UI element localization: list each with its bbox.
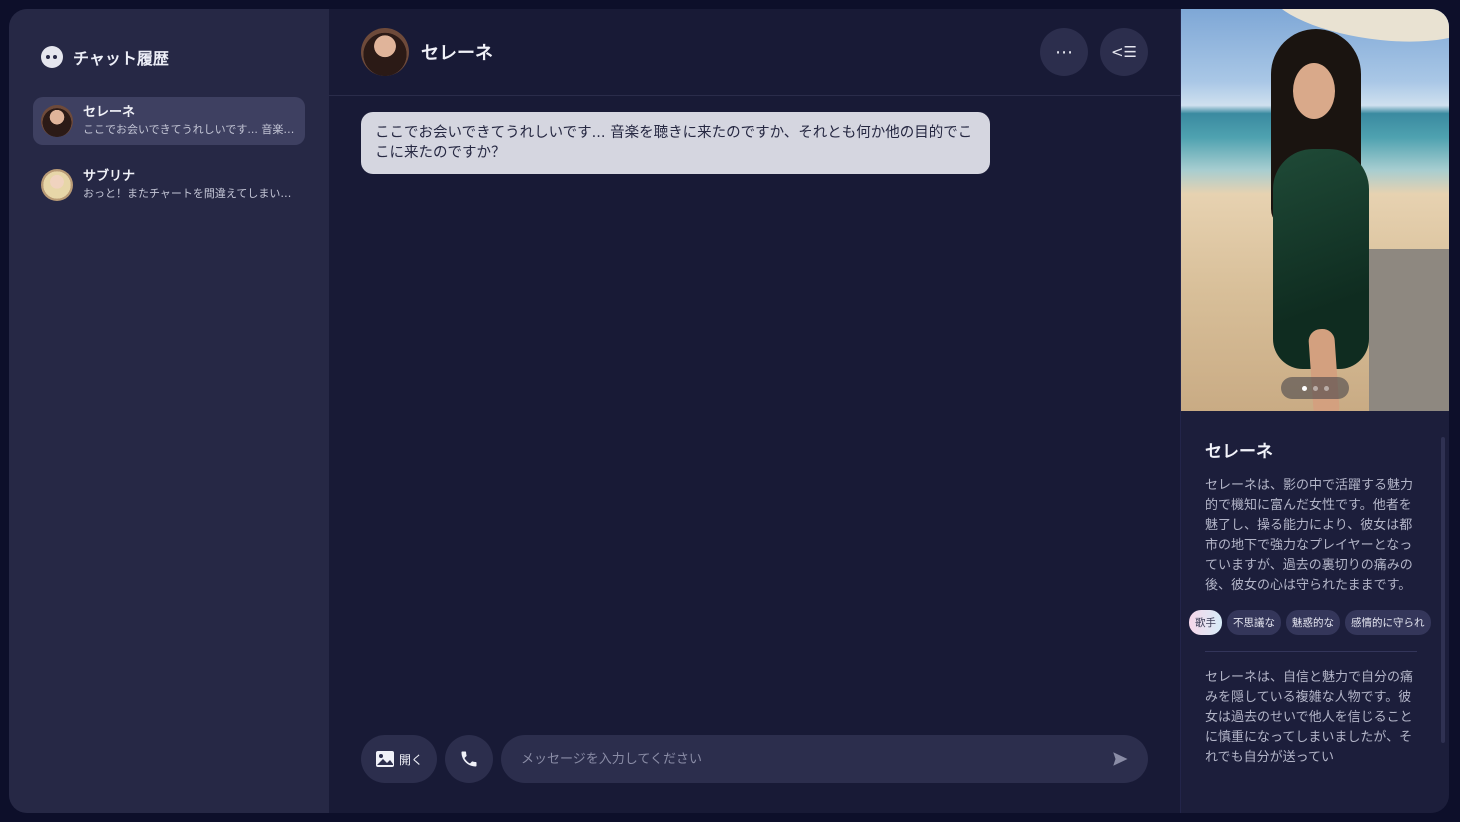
conversation-meta: サブリナ おっと！またチャートを間違えてしまいました: [83, 168, 297, 202]
message-input[interactable]: [521, 751, 1110, 767]
profile-description: セレーネは、影の中で活躍する魅力的で機知に富んだ女性です。他者を魅了し、操る能力…: [1205, 478, 1414, 593]
open-label: 開く: [398, 752, 423, 767]
message-input-wrapper: [501, 735, 1148, 783]
avatar: [41, 169, 73, 201]
sidebar-title: チャット履歴: [73, 49, 169, 68]
divider: [1205, 651, 1417, 652]
face: [1293, 63, 1335, 119]
profile-personality: セレーネは、自信と魅力で自分の痛みを隠している複雑な人物です。彼女は過去のせいで…: [1205, 670, 1414, 765]
tag[interactable]: 歌手: [1189, 610, 1222, 635]
message-composer: 開く: [329, 723, 1180, 813]
collapse-panel-icon: <☰: [1110, 43, 1137, 61]
conversation-preview: おっと！またチャートを間違えてしまいました: [83, 187, 297, 200]
message-list: ここでお会いできてうれしいです... 音楽を聴きに来たのですか、それとも何か他の…: [329, 96, 1180, 723]
message-bubble: ここでお会いできてうれしいです... 音楽を聴きに来たのですか、それとも何か他の…: [361, 112, 990, 174]
carousel-indicator[interactable]: [1281, 377, 1349, 399]
tag[interactable]: 魅惑的な: [1286, 610, 1340, 635]
more-icon: ⋯: [1055, 41, 1073, 63]
character-photo[interactable]: [1181, 9, 1449, 411]
conversation-preview: ここでお会いできてうれしいです... 音楽を聴きに来たのですか、それとも何か他の…: [83, 123, 297, 136]
avatar: [41, 105, 73, 137]
conversation-item-selene[interactable]: セレーネ ここでお会いできてうれしいです... 音楽を聴きに来たのですか、それと…: [33, 97, 305, 145]
character-profile-panel: セレーネ セレーネは、影の中で活躍する魅力的で機知に富んだ女性です。他者を魅了し…: [1180, 9, 1449, 813]
toggle-profile-button[interactable]: <☰: [1100, 28, 1148, 76]
more-options-button[interactable]: ⋯: [1040, 28, 1088, 76]
app-window: チャット履歴 セレーネ ここでお会いできてうれしいです... 音楽を聴きに来たの…: [9, 9, 1449, 813]
character-avatar[interactable]: [361, 28, 409, 76]
send-icon: [1113, 752, 1128, 766]
profile-details: セレーネ セレーネは、影の中で活躍する魅力的で機知に富んだ女性です。他者を魅了し…: [1181, 411, 1449, 813]
carousel-dot[interactable]: [1312, 385, 1318, 391]
conversation-meta: セレーネ ここでお会いできてうれしいです... 音楽を聴きに来たのですか、それと…: [83, 104, 297, 138]
open-image-button[interactable]: 開く: [361, 735, 437, 783]
phone-icon: [461, 751, 477, 767]
profile-scrollbar[interactable]: [1441, 437, 1445, 743]
conversation-name: セレーネ: [83, 105, 136, 120]
character-figure: [1241, 29, 1391, 411]
tag[interactable]: 不思議な: [1227, 610, 1281, 635]
conversation-item-sabrina[interactable]: サブリナ おっと！またチャートを間違えてしまいました: [33, 161, 305, 209]
chat-panel: セレーネ ⋯ <☰ ここでお会いできてうれしいです... 音楽を聴きに来たのです…: [329, 9, 1180, 813]
header-actions: ⋯ <☰: [1040, 28, 1148, 76]
carousel-dot[interactable]: [1301, 385, 1307, 391]
conversation-name: サブリナ: [83, 169, 136, 184]
sidebar-header: チャット履歴: [41, 45, 305, 69]
profile-name: セレーネ: [1205, 442, 1273, 462]
call-button[interactable]: [445, 735, 493, 783]
tag[interactable]: 感情的に守られ: [1345, 610, 1431, 635]
chat-header: セレーネ ⋯ <☰: [329, 9, 1180, 96]
image-icon: [375, 751, 394, 767]
tag-list: 歌手 不思議な 魅惑的な 感情的に守られ: [1189, 610, 1433, 635]
chat-history-sidebar: チャット履歴 セレーネ ここでお会いできてうれしいです... 音楽を聴きに来たの…: [9, 9, 329, 813]
chat-bubble-icon: [41, 46, 63, 68]
send-button[interactable]: [1110, 749, 1130, 769]
carousel-dot[interactable]: [1323, 385, 1329, 391]
character-name: セレーネ: [421, 43, 493, 64]
